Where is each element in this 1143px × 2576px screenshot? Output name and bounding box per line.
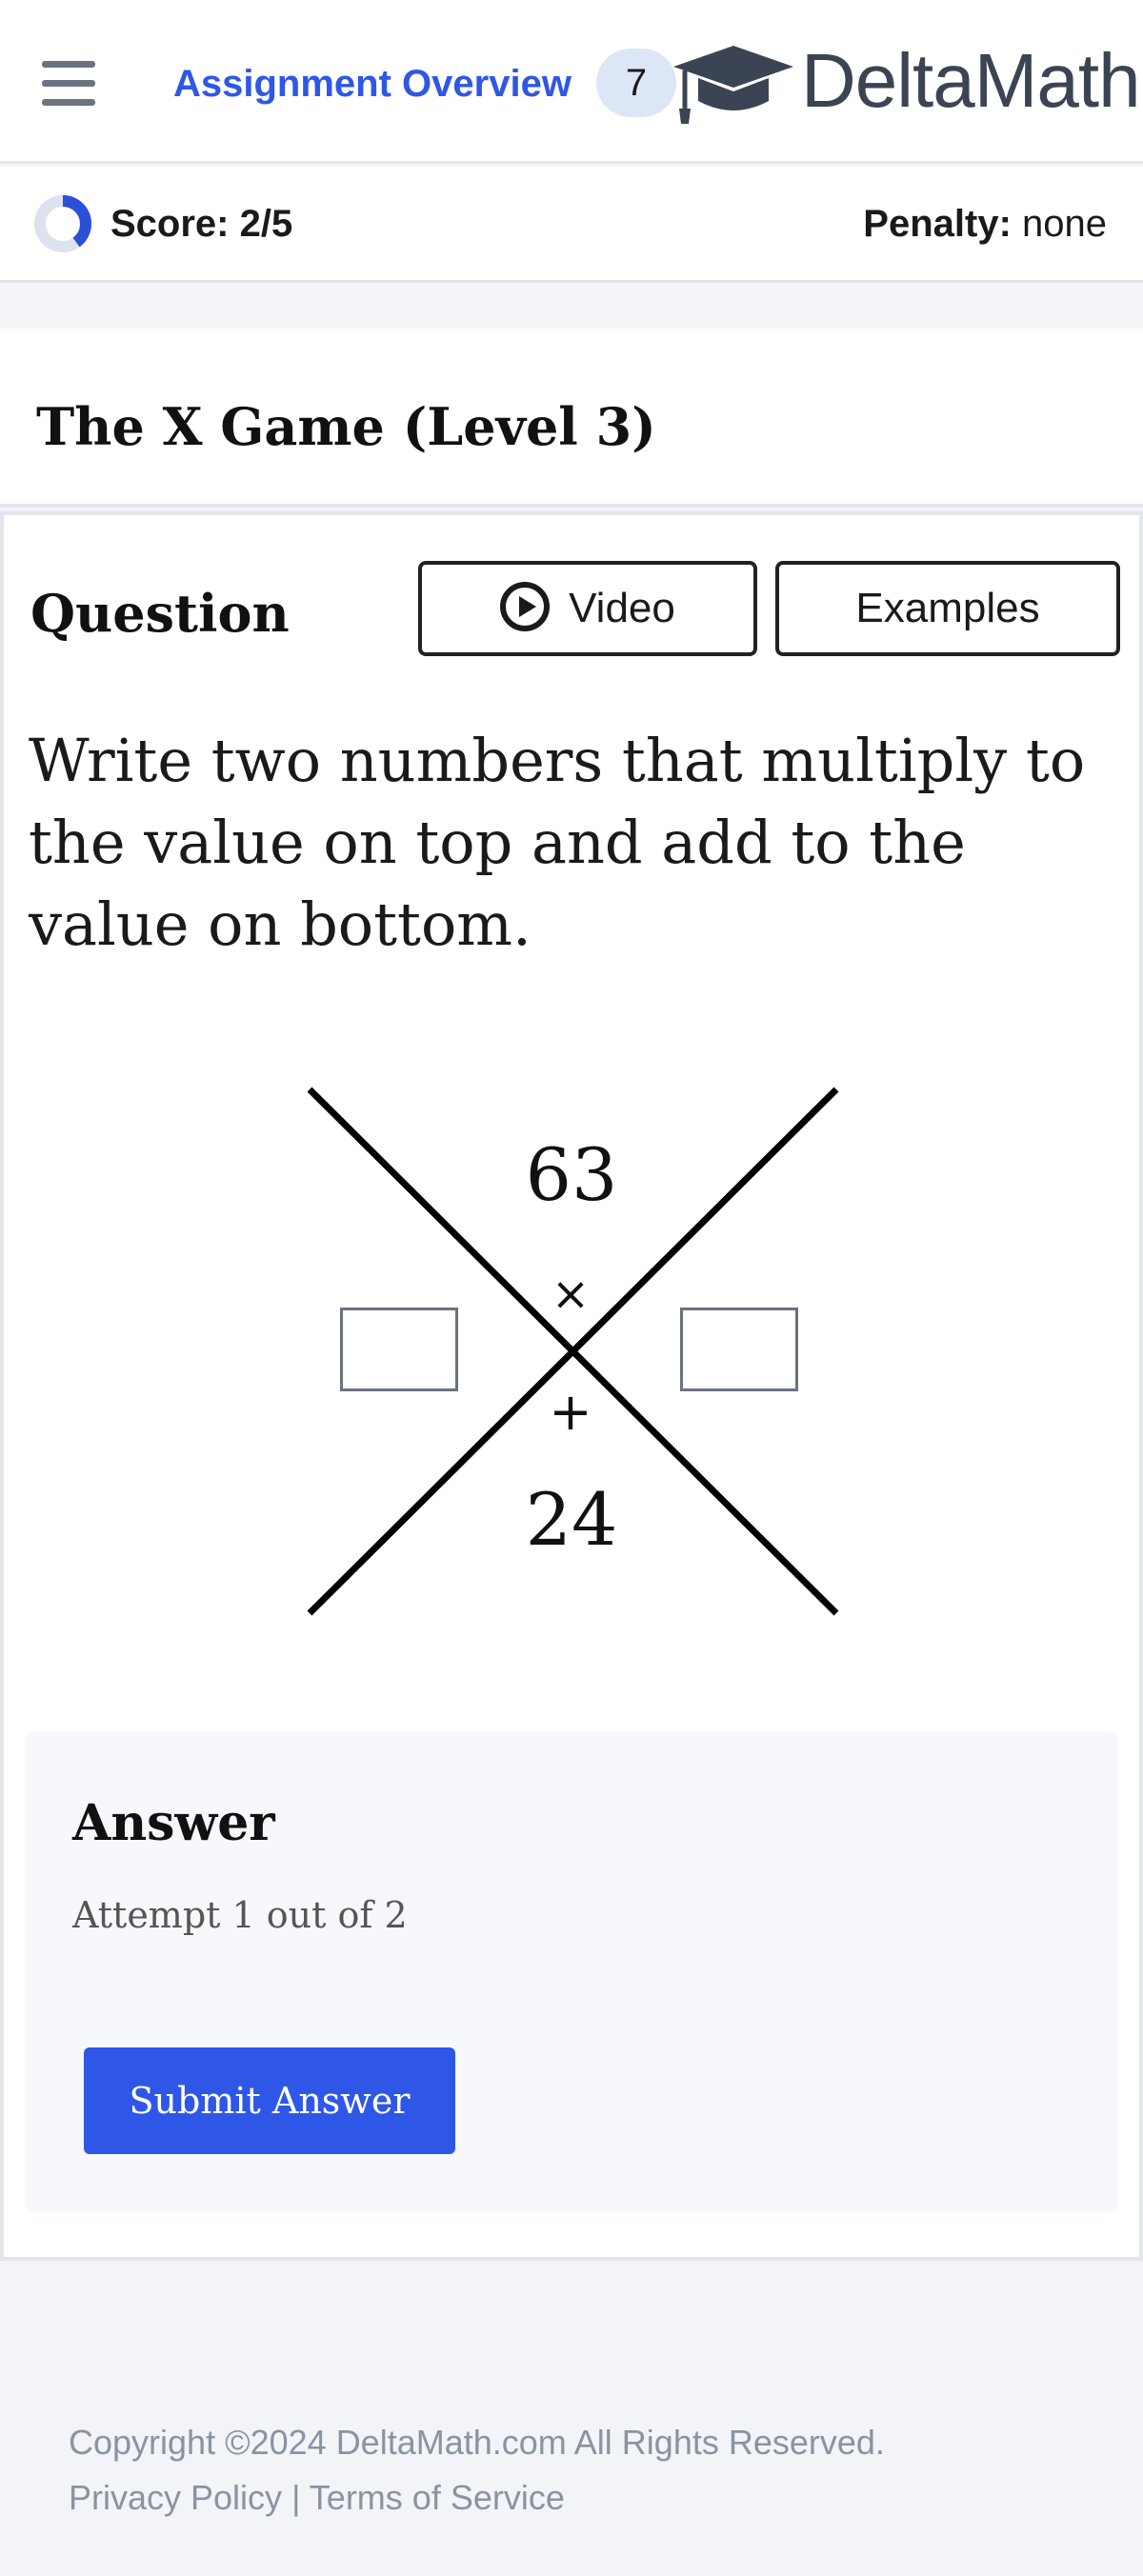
problem-title-section: The X Game (Level 3) [0, 329, 1143, 508]
penalty-value: none [1022, 203, 1107, 245]
play-circle-icon [500, 582, 551, 632]
question-prompt: Write two numbers that multiply to the v… [29, 726, 1086, 959]
terms-of-service-link[interactable]: Terms of Service [310, 2478, 565, 2517]
hamburger-menu-icon[interactable] [42, 61, 95, 107]
video-button-label: Video [569, 585, 675, 631]
times-symbol: × [551, 1268, 590, 1321]
video-button[interactable]: Video [418, 561, 757, 656]
submit-answer-button[interactable]: Submit Answer [84, 2047, 455, 2154]
examples-button[interactable]: Examples [775, 561, 1120, 656]
footer-separator: | [291, 2478, 301, 2517]
score-bar: Score: 2/5 Penalty: none [0, 167, 1143, 283]
logo-wordmark: DeltaMath [801, 38, 1141, 123]
privacy-policy-link[interactable]: Privacy Policy [69, 2478, 282, 2517]
penalty-label: Penalty: [863, 203, 1012, 245]
answer-label: Answer [72, 1794, 275, 1852]
footer-links: Privacy Policy | Terms of Service [69, 2470, 885, 2526]
page-footer: Copyright ©2024 DeltaMath.com All Rights… [69, 2415, 885, 2526]
left-number-input[interactable] [340, 1308, 458, 1391]
plus-symbol: + [549, 1382, 592, 1442]
top-header: Assignment Overview 7 DeltaMath [0, 0, 1143, 164]
question-label: Question [30, 583, 290, 644]
score-progress-ring-icon [34, 195, 91, 252]
product-value: 63 [525, 1132, 618, 1217]
sum-value: 24 [525, 1477, 618, 1562]
problem-count-badge: 7 [596, 49, 676, 117]
assignment-overview-link[interactable]: Assignment Overview [173, 57, 572, 110]
graduation-cap-icon [673, 46, 793, 124]
attempt-counter: Attempt 1 out of 2 [72, 1894, 408, 1936]
answer-panel: Answer Attempt 1 out of 2 Submit Answer [25, 1731, 1118, 2211]
score-label: Score: 2/5 [110, 203, 293, 245]
deltamath-logo[interactable]: DeltaMath [672, 36, 1141, 128]
penalty-info: Penalty: none [863, 199, 1107, 249]
x-game-diagram: × + 63 24 [295, 1048, 848, 1620]
copyright-text: Copyright ©2024 DeltaMath.com All Rights… [69, 2423, 885, 2462]
problem-title: The X Game (Level 3) [36, 396, 656, 457]
right-number-input[interactable] [680, 1308, 798, 1391]
